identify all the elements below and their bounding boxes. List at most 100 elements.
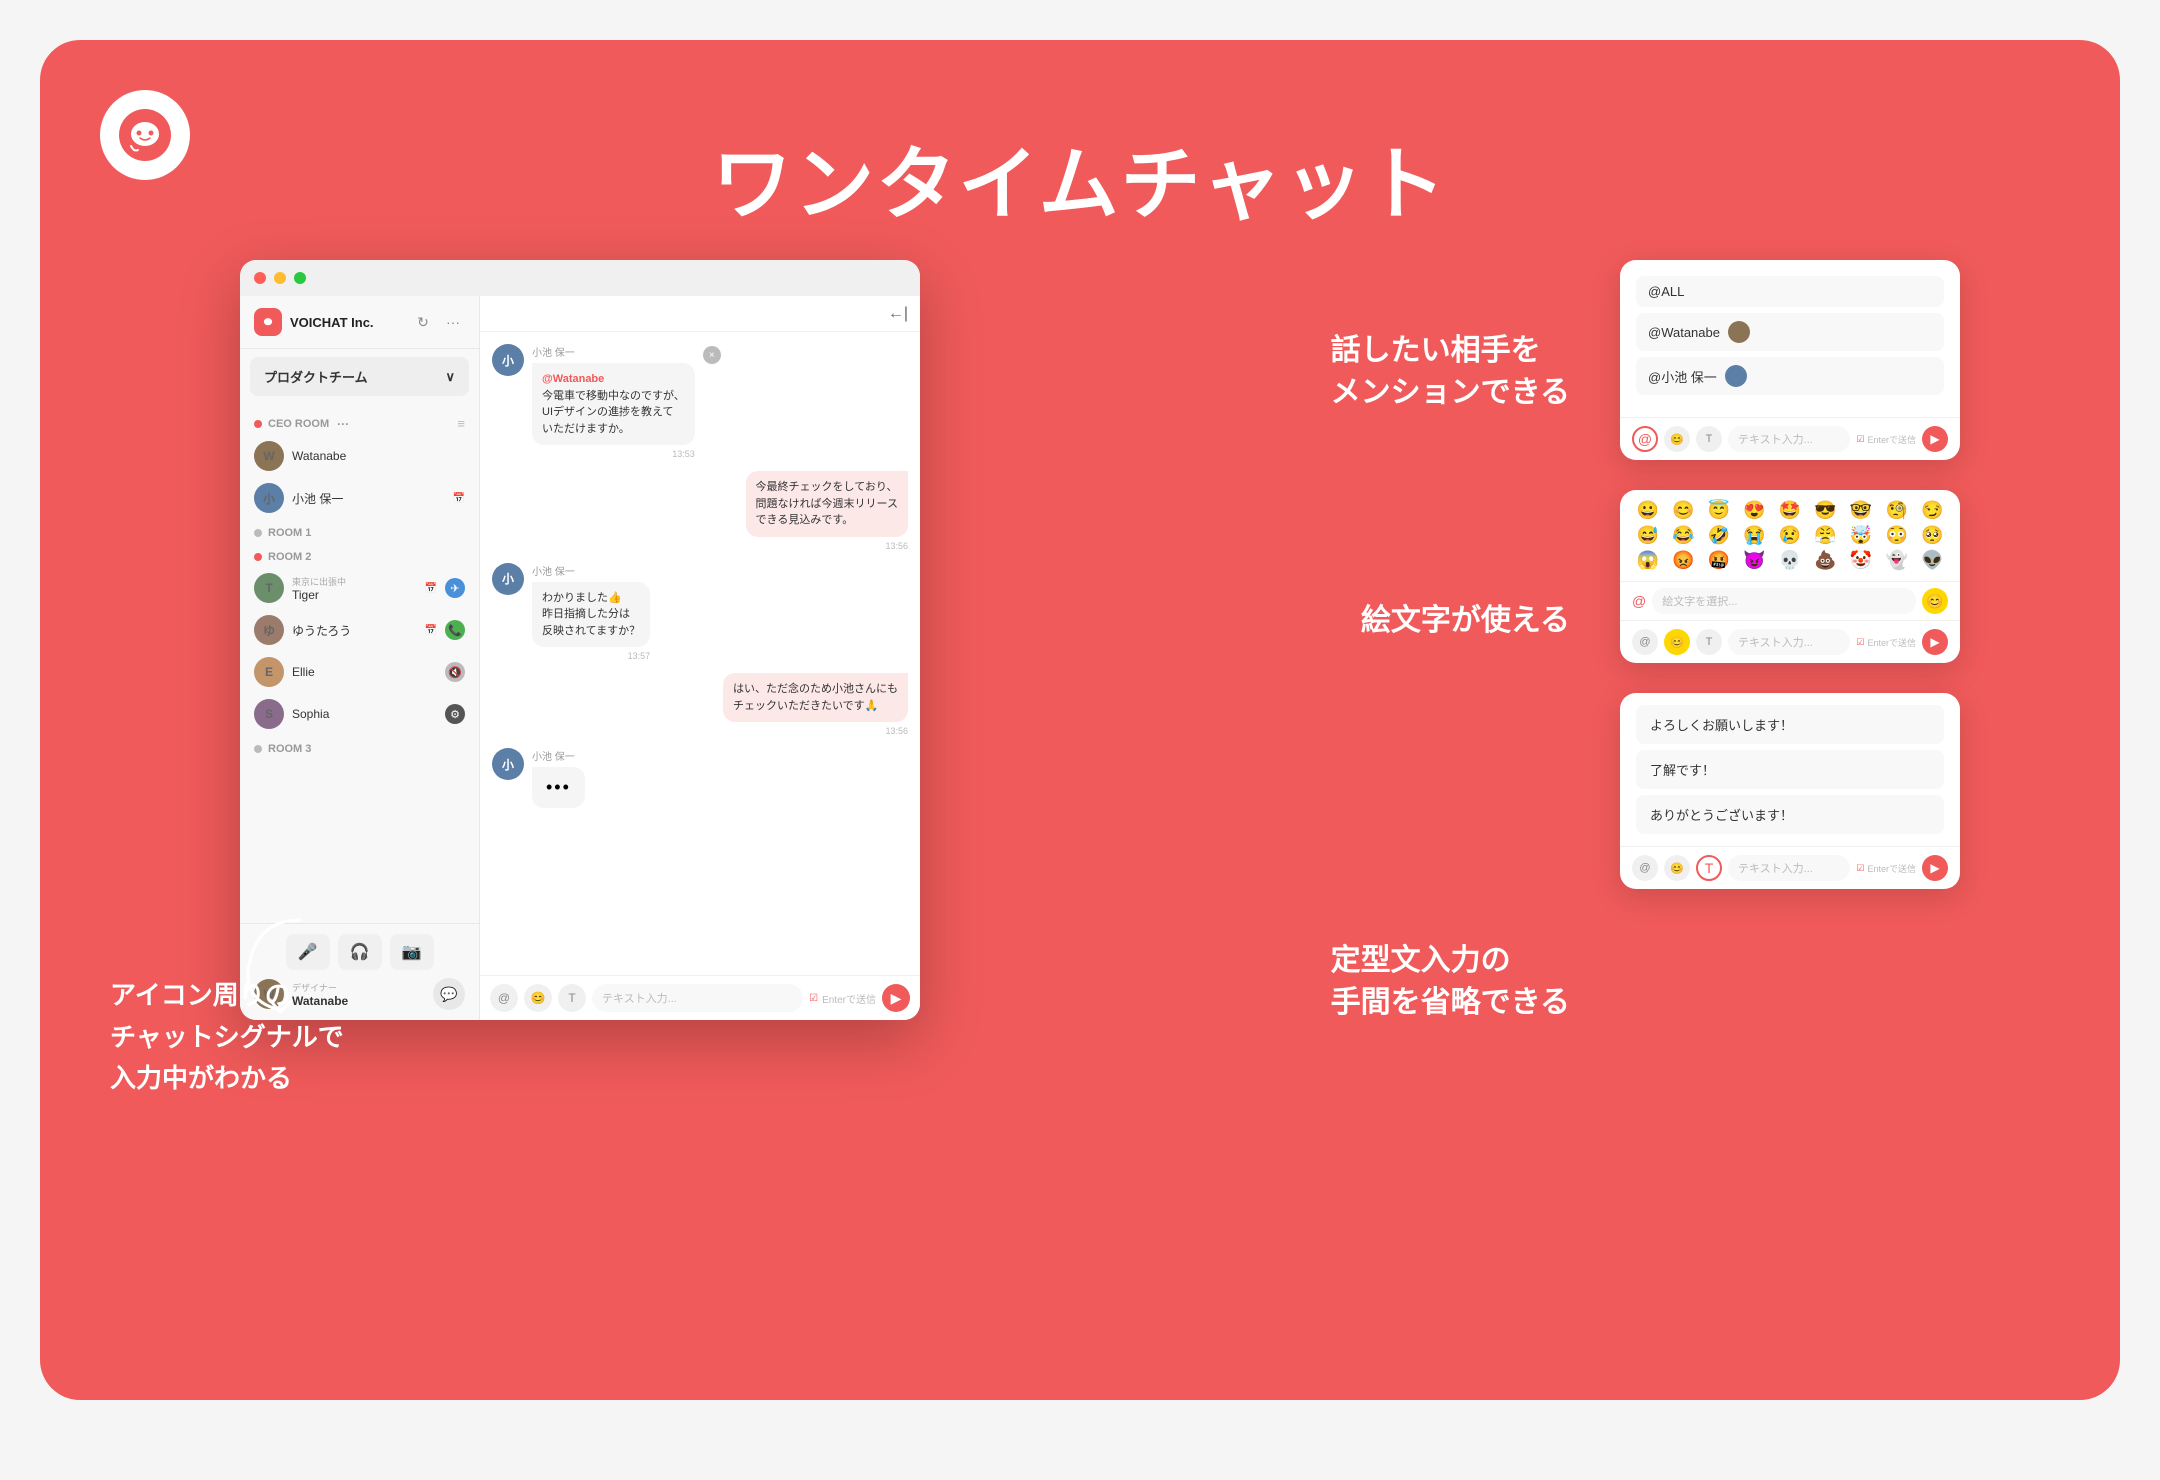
camera-icon[interactable]: 📷 — [390, 934, 434, 970]
emoji-item[interactable]: 🤡 — [1845, 550, 1877, 571]
room2-label: ROOM 2 — [240, 543, 479, 567]
emoji-smile-button[interactable]: 😊 — [1922, 588, 1948, 614]
member-item[interactable]: S Sophia ⚙ — [240, 693, 479, 735]
app-logo — [100, 90, 190, 180]
emoji-item[interactable]: 💩 — [1810, 550, 1842, 571]
window-close-dot[interactable] — [254, 272, 266, 284]
refresh-icon[interactable]: ↻ — [411, 310, 435, 334]
emoji-item[interactable]: 😀 — [1632, 500, 1664, 521]
emoji-item[interactable]: 😅 — [1632, 525, 1664, 546]
send-button[interactable]: ▶ — [1922, 855, 1948, 881]
emoji-item[interactable]: 😳 — [1881, 525, 1913, 546]
emoji-item[interactable]: 🧐 — [1881, 500, 1913, 521]
member-item[interactable]: T 東京に出張中 Tiger 📅 ✈ — [240, 567, 479, 609]
member-name: Sophia — [292, 707, 437, 721]
emoji-item[interactable]: 👽 — [1916, 550, 1948, 571]
template-input-bar: @ 😊 T テキスト入力... ☑ Enterで送信 ▶ — [1620, 846, 1960, 889]
chat-input[interactable]: テキスト入力... — [592, 984, 803, 1012]
send-button[interactable]: ▶ — [882, 984, 910, 1012]
send-button[interactable]: ▶ — [1922, 629, 1948, 655]
emoji-item[interactable]: 😊 — [1668, 500, 1700, 521]
window-maximize-dot[interactable] — [294, 272, 306, 284]
panel-input[interactable]: テキスト入力... — [1728, 426, 1850, 452]
member-item[interactable]: W Watanabe — [240, 435, 479, 477]
emoji-item[interactable]: 😱 — [1632, 550, 1664, 571]
mention-watanabe-item[interactable]: @Watanabe — [1636, 313, 1944, 351]
room3-dot — [254, 745, 262, 753]
emoji-button[interactable]: 😊 — [1664, 855, 1690, 881]
template-button[interactable]: T — [1696, 629, 1722, 655]
emoji-item[interactable]: 👻 — [1881, 550, 1913, 571]
at-icon: @ — [1632, 593, 1646, 609]
headphone-icon[interactable]: 🎧 — [338, 934, 382, 970]
avatar: E — [254, 657, 284, 687]
right-panels: @ALL @Watanabe @小池 保一 @ 😊 T テキスト入力... — [1620, 260, 1960, 889]
emoji-search-input[interactable]: 絵文字を選択... — [1652, 588, 1916, 614]
back-icon[interactable]: ←| — [888, 305, 908, 323]
emoji-item[interactable]: 🤩 — [1774, 500, 1806, 521]
emoji-item[interactable]: 😡 — [1668, 550, 1700, 571]
emoji-item[interactable]: 🤣 — [1703, 525, 1735, 546]
emoji-item[interactable]: 😇 — [1703, 500, 1735, 521]
emoji-item[interactable]: 😍 — [1739, 500, 1771, 521]
member-name: Watanabe — [292, 449, 465, 463]
ceo-room-label: CEO ROOM ··· ≡ — [240, 408, 479, 435]
panel-input[interactable]: テキスト入力... — [1728, 629, 1850, 655]
window-minimize-dot[interactable] — [274, 272, 286, 284]
emoji-item[interactable]: 💀 — [1774, 550, 1806, 571]
at-button[interactable]: @ — [1632, 855, 1658, 881]
panel-input[interactable]: テキスト入力... — [1728, 855, 1850, 881]
at-button[interactable]: @ — [1632, 629, 1658, 655]
avatar: S — [254, 699, 284, 729]
template-item[interactable]: よろしくお願いします！ — [1636, 705, 1944, 744]
emoji-feature-label: 絵文字が使える — [1361, 600, 1570, 642]
emoji-item[interactable]: 🤬 — [1703, 550, 1735, 571]
emoji-active-button[interactable]: 😊 — [1664, 629, 1690, 655]
room-list: CEO ROOM ··· ≡ W Watanabe 小 小池 保一 📅 — [240, 404, 479, 923]
mention-all-item[interactable]: @ALL — [1636, 276, 1944, 307]
emoji-button[interactable]: 😊 — [1664, 426, 1690, 452]
emoji-item[interactable]: 🤓 — [1845, 500, 1877, 521]
template-active-button[interactable]: T — [1696, 855, 1722, 881]
send-button[interactable]: ▶ — [1922, 426, 1948, 452]
more-icon[interactable]: ··· — [441, 310, 465, 334]
emoji-item[interactable]: 🥺 — [1916, 525, 1948, 546]
member-name: ゆうたろう — [292, 622, 417, 639]
member-item[interactable]: ゆ ゆうたろう 📅 📞 — [240, 609, 479, 651]
template-item[interactable]: ありがとうございます！ — [1636, 795, 1944, 834]
message-bubble: わかりました👍昨日指摘した分は反映されてますか？ — [532, 582, 650, 648]
message-time: 13:56 — [885, 541, 908, 551]
template-item[interactable]: 了解です！ — [1636, 750, 1944, 789]
calendar-icon: 📅 — [425, 583, 437, 594]
template-button[interactable]: T — [558, 984, 586, 1012]
avatar: 小 — [492, 344, 524, 376]
emoji-item[interactable]: 😂 — [1668, 525, 1700, 546]
member-item[interactable]: 小 小池 保一 📅 — [240, 477, 479, 519]
room2-active-dot — [254, 553, 262, 561]
emoji-item[interactable]: 😏 — [1916, 500, 1948, 521]
emoji-item[interactable]: 😈 — [1739, 550, 1771, 571]
emoji-button[interactable]: 😊 — [524, 984, 552, 1012]
template-button[interactable]: T — [1696, 426, 1722, 452]
mention-input-bar: @ 😊 T テキスト入力... ☑ Enterで送信 ▶ — [1620, 417, 1960, 460]
member-item[interactable]: E Ellie 🔇 — [240, 651, 479, 693]
arrow-graphic — [220, 900, 340, 1020]
status-icon: ⚙ — [445, 704, 465, 724]
status-icon: ✈ — [445, 578, 465, 598]
emoji-item[interactable]: 😤 — [1810, 525, 1842, 546]
mention-list: @ALL @Watanabe @小池 保一 — [1620, 260, 1960, 417]
emoji-item[interactable]: 😢 — [1774, 525, 1806, 546]
member-status-text: 東京に出張中 — [292, 575, 417, 588]
team-selector[interactable]: プロダクトチーム ∨ — [250, 357, 469, 396]
emoji-item[interactable]: 🤯 — [1845, 525, 1877, 546]
room-add-icon[interactable]: ≡ — [457, 416, 465, 431]
mention-at-button[interactable]: @ — [1632, 426, 1658, 452]
dismiss-button[interactable]: × — [703, 346, 721, 364]
mention-koike-item[interactable]: @小池 保一 — [1636, 357, 1944, 395]
at-mention-button[interactable]: @ — [490, 984, 518, 1012]
chat-messages: 小 小池 保一 @Watanabe 今電車で移動中なのですが、UIデザインの進捗… — [480, 332, 920, 975]
emoji-item[interactable]: 😎 — [1810, 500, 1842, 521]
template-feature-label: 定型文入力の手間を省略できる — [1331, 940, 1570, 1024]
emoji-item[interactable]: 😭 — [1739, 525, 1771, 546]
message-icon[interactable]: 💬 — [433, 978, 465, 1010]
